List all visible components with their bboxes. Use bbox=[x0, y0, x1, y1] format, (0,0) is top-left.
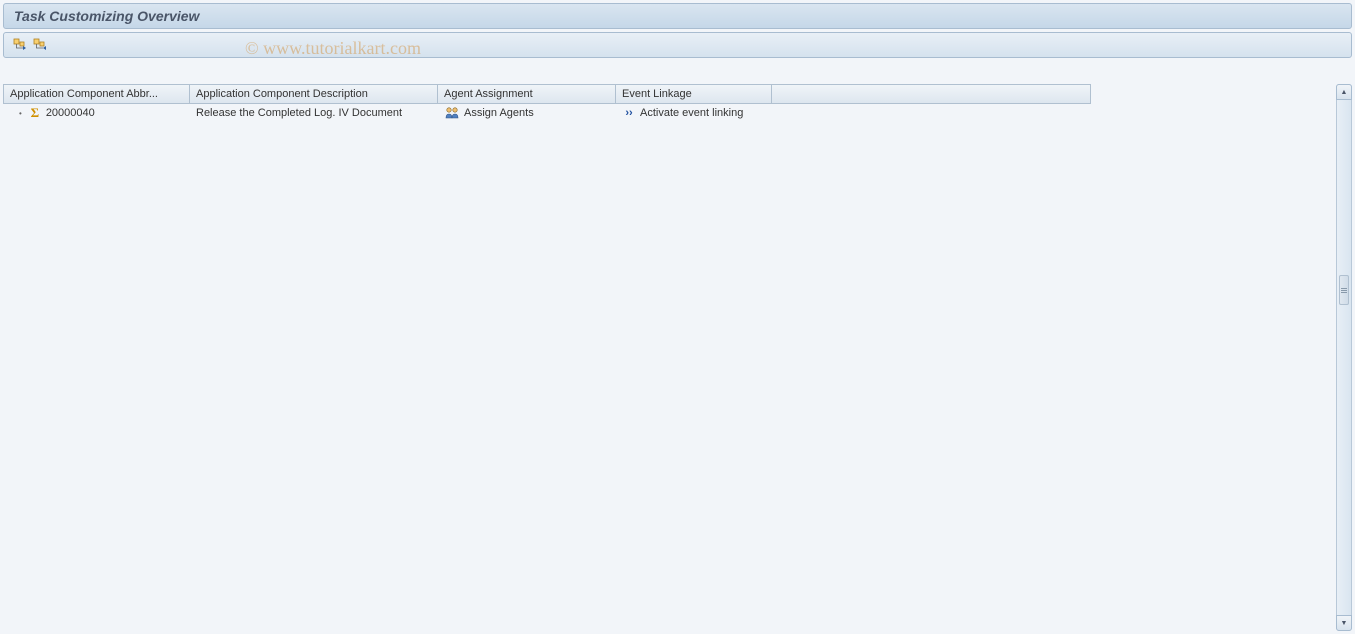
scroll-grip[interactable] bbox=[1339, 275, 1349, 305]
toolbar bbox=[3, 32, 1352, 58]
tree-bullet-icon: • bbox=[19, 109, 22, 118]
abbr-text: 20000040 bbox=[46, 107, 95, 119]
title-bar: Task Customizing Overview bbox=[3, 3, 1352, 29]
hierarchy-collapse-icon bbox=[33, 38, 47, 52]
expand-all-button[interactable] bbox=[12, 37, 28, 53]
cell-event[interactable]: ›› Activate event linking bbox=[616, 104, 772, 122]
scroll-down-arrow[interactable]: ▼ bbox=[1336, 615, 1352, 631]
column-header-agent[interactable]: Agent Assignment bbox=[438, 84, 616, 104]
column-header-spacer bbox=[772, 84, 1091, 104]
agents-icon bbox=[444, 106, 460, 120]
column-header-desc[interactable]: Application Component Description bbox=[190, 84, 438, 104]
event-text: Activate event linking bbox=[640, 107, 743, 119]
content-area: Application Component Abbr... Applicatio… bbox=[3, 84, 1335, 631]
hierarchy-expand-icon bbox=[13, 38, 27, 52]
agent-text: Assign Agents bbox=[464, 107, 534, 119]
page-title: Task Customizing Overview bbox=[14, 8, 199, 24]
desc-text: Release the Completed Log. IV Document bbox=[196, 107, 402, 119]
vertical-scrollbar[interactable]: ▲ ▼ bbox=[1336, 84, 1352, 631]
table-header: Application Component Abbr... Applicatio… bbox=[3, 84, 1091, 104]
scroll-up-arrow[interactable]: ▲ bbox=[1336, 84, 1352, 100]
sigma-icon: Σ bbox=[28, 106, 42, 120]
collapse-all-button[interactable] bbox=[32, 37, 48, 53]
cell-abbr: • Σ 20000040 bbox=[3, 104, 190, 122]
cell-agent[interactable]: Assign Agents bbox=[438, 104, 616, 122]
column-header-abbr[interactable]: Application Component Abbr... bbox=[3, 84, 190, 104]
table-row[interactable]: • Σ 20000040 Release the Completed Log. … bbox=[3, 104, 1091, 122]
event-link-icon: ›› bbox=[622, 106, 636, 120]
column-header-event[interactable]: Event Linkage bbox=[616, 84, 772, 104]
cell-desc: Release the Completed Log. IV Document bbox=[190, 104, 438, 122]
